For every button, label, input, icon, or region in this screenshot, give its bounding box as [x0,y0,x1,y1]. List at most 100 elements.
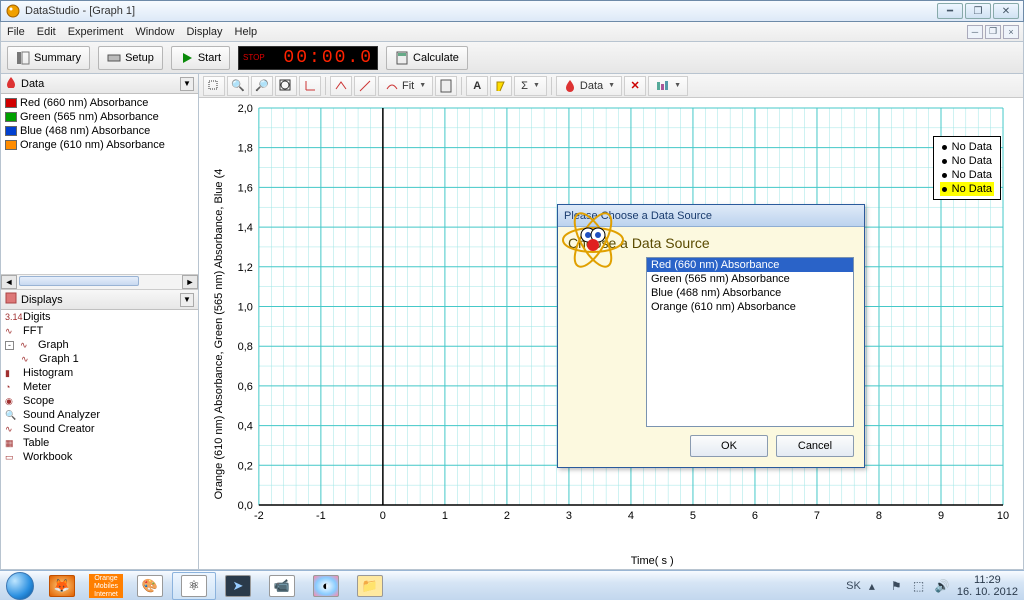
stats-menu-button[interactable]: Σ▼ [514,76,547,96]
taskbar-app7[interactable]: ◐ [304,572,348,600]
start-button[interactable]: Start [171,46,230,70]
displays-tree: 3.14Digits∿FFT-∿Graph∿Graph 1▮Histogram◔… [1,310,198,569]
taskbar-app6[interactable]: 📹 [260,572,304,600]
menu-display[interactable]: Display [186,26,222,38]
language-indicator[interactable]: SK [846,580,861,592]
menu-window[interactable]: Window [135,26,174,38]
legend-marker-icon [942,187,947,192]
taskbar-datastudio[interactable]: ⚛ [172,572,216,600]
color-chip-icon [5,140,17,150]
display-item[interactable]: ∿Graph 1 [1,352,198,366]
setup-button[interactable]: Setup [98,46,163,70]
note-tool-button[interactable] [490,76,512,96]
svg-text:1,6: 1,6 [238,182,253,194]
zoom-select-button[interactable] [203,76,225,96]
data-item[interactable]: Orange (610 nm) Absorbance [1,138,198,152]
data-item[interactable]: Blue (468 nm) Absorbance [1,124,198,138]
cancel-button[interactable]: Cancel [776,435,854,457]
display-item[interactable]: -∿Graph [1,338,198,352]
calculator-button[interactable] [435,76,457,96]
scroll-right-arrow[interactable]: ► [182,275,198,289]
taskbar-paint[interactable]: 🎨 [128,572,172,600]
svg-text:0,4: 0,4 [238,421,253,433]
minimize-button[interactable]: ━ [937,3,963,19]
text-tool-button[interactable]: A [466,76,488,96]
color-chip-icon [5,126,17,136]
zoom-out-button[interactable]: 🔎 [251,76,273,96]
zoom-in-button[interactable]: 🔍 [227,76,249,96]
display-item[interactable]: 🔍Sound Analyzer [1,408,198,422]
tray-network-icon[interactable]: ⬚ [913,579,927,593]
menu-edit[interactable]: Edit [37,26,56,38]
tray-show-hidden-icon[interactable]: ▴ [869,579,883,593]
displays-panel-header[interactable]: Displays ▼ [1,290,198,310]
data-panel-title: Data [21,78,44,90]
color-chip-icon [5,98,17,108]
tray-volume-icon[interactable]: 🔊 [935,579,949,593]
taskbar-explorer[interactable]: 📁 [348,572,392,600]
display-item[interactable]: ▭Workbook [1,450,198,464]
data-item[interactable]: Green (565 nm) Absorbance [1,110,198,124]
atom-icon [568,257,638,327]
scroll-thumb[interactable] [19,276,139,286]
summary-button[interactable]: Summary [7,46,90,70]
taskbar-firefox[interactable]: 🦊 [40,572,84,600]
data-source-listbox[interactable]: Red (660 nm) AbsorbanceGreen (565 nm) Ab… [646,257,854,427]
mdi-minimize-button[interactable]: ─ [967,25,983,39]
delete-button[interactable]: ✕ [624,76,646,96]
menu-help[interactable]: Help [235,26,258,38]
dropdown-arrow-icon[interactable]: ▼ [180,293,194,307]
slope-tool-button[interactable] [354,76,376,96]
data-menu-button[interactable]: Data▼ [556,76,622,96]
fit-menu-button[interactable]: Fit▼ [378,76,433,96]
calculate-button[interactable]: Calculate [386,46,468,70]
svg-text:4: 4 [628,510,634,522]
display-item[interactable]: ∿FFT [1,324,198,338]
close-button[interactable]: ✕ [993,3,1019,19]
data-source-option[interactable]: Red (660 nm) Absorbance [647,258,853,272]
displays-panel-title: Displays [21,294,63,306]
legend-entry[interactable]: No Data [940,168,994,182]
legend-entry[interactable]: No Data [940,182,994,196]
display-item[interactable]: ▦Table [1,436,198,450]
start-button[interactable] [0,571,40,600]
scroll-left-arrow[interactable]: ◄ [1,275,17,289]
tree-collapse-icon[interactable]: - [5,341,14,350]
display-item[interactable]: ◉Scope [1,394,198,408]
taskbar-app5[interactable]: ➤ [216,572,260,600]
smart-tool-button[interactable] [330,76,352,96]
mdi-close-button[interactable]: × [1003,25,1019,39]
table-icon: ▦ [5,438,19,449]
display-item[interactable]: ∿Sound Creator [1,422,198,436]
display-item[interactable]: ◔Meter [1,380,198,394]
tray-flag-icon[interactable]: ⚑ [891,579,905,593]
fft-icon: ∿ [5,326,19,337]
play-icon [180,51,194,65]
maximize-button[interactable]: ❐ [965,3,991,19]
ok-button[interactable]: OK [690,435,768,457]
display-item[interactable]: ▮Histogram [1,366,198,380]
graph-legend[interactable]: No DataNo DataNo DataNo Data [933,136,1001,200]
tray-clock[interactable]: 11:29 16. 10. 2012 [957,574,1018,598]
data-source-option[interactable]: Blue (468 nm) Absorbance [647,286,853,300]
menu-experiment[interactable]: Experiment [68,26,124,38]
window-titlebar: DataStudio - [Graph 1] ━ ❐ ✕ [0,0,1024,22]
display-item[interactable]: 3.14Digits [1,310,198,324]
axis-tool-button[interactable] [299,76,321,96]
data-source-option[interactable]: Green (565 nm) Absorbance [647,272,853,286]
taskbar-orange[interactable]: Orange Mobiles Internet [84,572,128,600]
settings-menu-button[interactable]: ▼ [648,76,688,96]
legend-entry[interactable]: No Data [940,154,994,168]
legend-entry[interactable]: No Data [940,140,994,154]
menu-file[interactable]: File [7,26,25,38]
data-item[interactable]: Red (660 nm) Absorbance [1,96,198,110]
svg-text:0,0: 0,0 [238,500,253,512]
graph-plot[interactable]: -2-10123456789100,00,20,40,60,81,01,21,4… [199,98,1023,569]
data-source-option[interactable]: Orange (610 nm) Absorbance [647,300,853,314]
zoom-fit-button[interactable] [275,76,297,96]
data-tree-scrollbar[interactable]: ◄ ► [1,274,198,290]
mdi-restore-button[interactable]: ❐ [985,25,1001,39]
dropdown-arrow-icon[interactable]: ▼ [180,77,194,91]
data-panel-header[interactable]: Data ▼ [1,74,198,94]
sound-analyzer-icon: 🔍 [5,410,19,421]
